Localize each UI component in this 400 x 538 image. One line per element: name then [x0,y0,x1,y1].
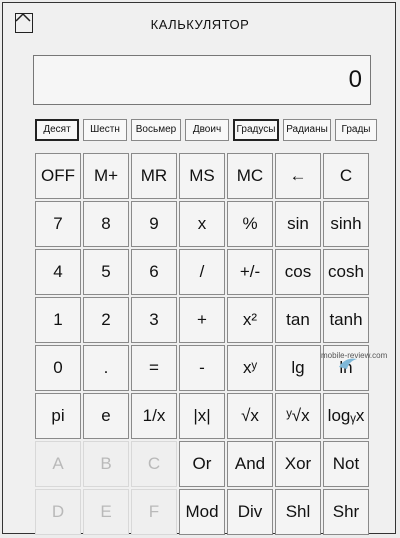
key-r1-c1[interactable]: 8 [83,201,129,247]
key-r5-c5[interactable]: ʸ√x [275,393,321,439]
key-r5-c2[interactable]: 1/x [131,393,177,439]
key-r4-c2[interactable]: = [131,345,177,391]
key-r1-c0[interactable]: 7 [35,201,81,247]
key-r7-c3[interactable]: Mod [179,489,225,535]
key-r3-c0[interactable]: 1 [35,297,81,343]
mode-tab-1[interactable]: Шестн [83,119,127,141]
key-r0-c2[interactable]: MR [131,153,177,199]
key-r6-c5[interactable]: Xor [275,441,321,487]
mode-tab-5[interactable]: Радианы [283,119,331,141]
key-r3-c4[interactable]: x² [227,297,273,343]
key-r5-c0[interactable]: pi [35,393,81,439]
key-r5-c1[interactable]: e [83,393,129,439]
result-display: 0 [33,55,371,105]
key-r1-c5[interactable]: sin [275,201,321,247]
key-r3-c1[interactable]: 2 [83,297,129,343]
key-r3-c3[interactable]: + [179,297,225,343]
mode-tab-0[interactable]: Десят [35,119,79,141]
key-r0-c3[interactable]: MS [179,153,225,199]
mode-tab-2[interactable]: Восьмер [131,119,181,141]
key-r2-c3[interactable]: / [179,249,225,295]
key-r0-c0[interactable]: OFF [35,153,81,199]
key-r7-c4[interactable]: Div [227,489,273,535]
key-r6-c3[interactable]: Or [179,441,225,487]
key-r7-c5[interactable]: Shl [275,489,321,535]
key-r6-c4[interactable]: And [227,441,273,487]
key-r1-c2[interactable]: 9 [131,201,177,247]
key-r4-c3[interactable]: - [179,345,225,391]
key-r2-c2[interactable]: 6 [131,249,177,295]
key-r7-c1: E [83,489,129,535]
key-r4-c4[interactable]: xʸ [227,345,273,391]
mode-tab-3[interactable]: Двоич [185,119,229,141]
key-r5-c6[interactable]: logᵧx [323,393,369,439]
top-bar: КАЛЬКУЛЯТОР [3,3,397,43]
key-r0-c6[interactable]: C [323,153,369,199]
key-r6-c2: C [131,441,177,487]
key-r6-c1: B [83,441,129,487]
key-r5-c4[interactable]: √x [227,393,273,439]
key-r1-c3[interactable]: x [179,201,225,247]
key-r4-c1[interactable]: . [83,345,129,391]
key-r2-c1[interactable]: 5 [83,249,129,295]
key-r7-c2: F [131,489,177,535]
key-r7-c0: D [35,489,81,535]
app-title: КАЛЬКУЛЯТОР [150,17,250,32]
key-r2-c0[interactable]: 4 [35,249,81,295]
key-r0-c4[interactable]: MC [227,153,273,199]
key-r6-c0: A [35,441,81,487]
key-r3-c2[interactable]: 3 [131,297,177,343]
calculator-app: КАЛЬКУЛЯТОР 0 Десят Шестн Восьмер Двоич Град… [2,2,397,535]
key-r3-c6[interactable]: tanh [323,297,369,343]
key-r0-c1[interactable]: M+ [83,153,129,199]
key-r6-c6[interactable]: Not [323,441,369,487]
key-r7-c6[interactable]: Shr [323,489,369,535]
key-r2-c5[interactable]: cos [275,249,321,295]
key-r5-c3[interactable]: |x| [179,393,225,439]
key-r1-c4[interactable]: % [227,201,273,247]
mode-tab-6[interactable]: Грады [335,119,377,141]
key-r0-c5[interactable]: ← [275,153,321,199]
mode-tab-4[interactable]: Градусы [233,119,279,141]
key-r3-c5[interactable]: tan [275,297,321,343]
key-r4-c5[interactable]: lg [275,345,321,391]
key-r4-c0[interactable]: 0 [35,345,81,391]
key-r2-c4[interactable]: +/- [227,249,273,295]
key-r1-c6[interactable]: sinh [323,201,369,247]
mode-selector: Десят Шестн Восьмер Двоич Градусы Радианы Град… [35,119,377,143]
key-r2-c6[interactable]: cosh [323,249,369,295]
display-value: 0 [348,66,362,93]
key-r4-c6[interactable]: ln [323,345,369,391]
